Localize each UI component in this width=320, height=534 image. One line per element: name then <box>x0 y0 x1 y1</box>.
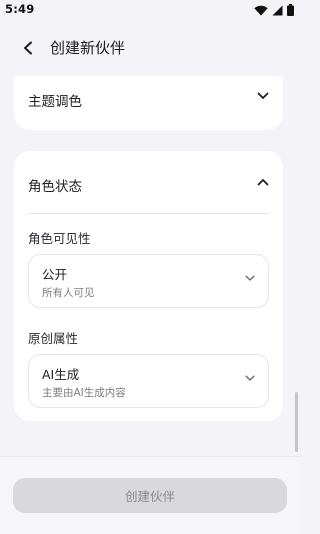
status-time: 5:49 <box>5 2 35 16</box>
back-button[interactable] <box>18 38 38 58</box>
page-title: 创建新伙伴 <box>50 39 126 57</box>
chevron-down-icon <box>245 275 255 281</box>
arrow-back-icon <box>24 41 32 55</box>
visibility-description: 所有人可见 <box>42 287 95 299</box>
status-section-card: 角色状态 角色可见性 公开 所有人可见 原创属性 AI生成 主要由AI生成内容 <box>14 151 283 421</box>
bottom-action-bar: 创建伙伴 <box>0 456 300 534</box>
status-icons <box>254 4 294 16</box>
battery-icon <box>287 4 294 16</box>
wifi-icon <box>254 5 268 15</box>
create-partner-button[interactable]: 创建伙伴 <box>13 478 287 513</box>
originality-value: AI生成 <box>42 367 80 382</box>
chevron-up-icon <box>257 179 269 186</box>
scrollbar[interactable] <box>295 392 298 452</box>
visibility-value: 公开 <box>42 267 68 282</box>
chevron-down-icon <box>257 92 269 99</box>
form-scroll-area[interactable]: 主题调色 角色状态 角色可见性 公开 所有人可见 原创属性 AI生成 主要由AI… <box>0 76 300 456</box>
visibility-label: 角色可见性 <box>28 231 91 246</box>
app-header: 创建新伙伴 <box>0 20 300 76</box>
originality-select[interactable]: AI生成 主要由AI生成内容 <box>28 354 269 408</box>
theme-section-title: 主题调色 <box>28 94 82 110</box>
status-section-title: 角色状态 <box>28 179 82 195</box>
chevron-down-icon <box>245 375 255 381</box>
status-section-header[interactable]: 角色状态 <box>14 151 283 213</box>
status-bar: 5:49 <box>0 0 300 20</box>
section-divider <box>28 213 269 214</box>
theme-section-card[interactable]: 主题调色 <box>14 76 283 130</box>
cellular-signal-icon <box>272 5 283 15</box>
originality-label: 原创属性 <box>28 331 79 346</box>
originality-description: 主要由AI生成内容 <box>42 387 126 399</box>
visibility-select[interactable]: 公开 所有人可见 <box>28 254 269 308</box>
